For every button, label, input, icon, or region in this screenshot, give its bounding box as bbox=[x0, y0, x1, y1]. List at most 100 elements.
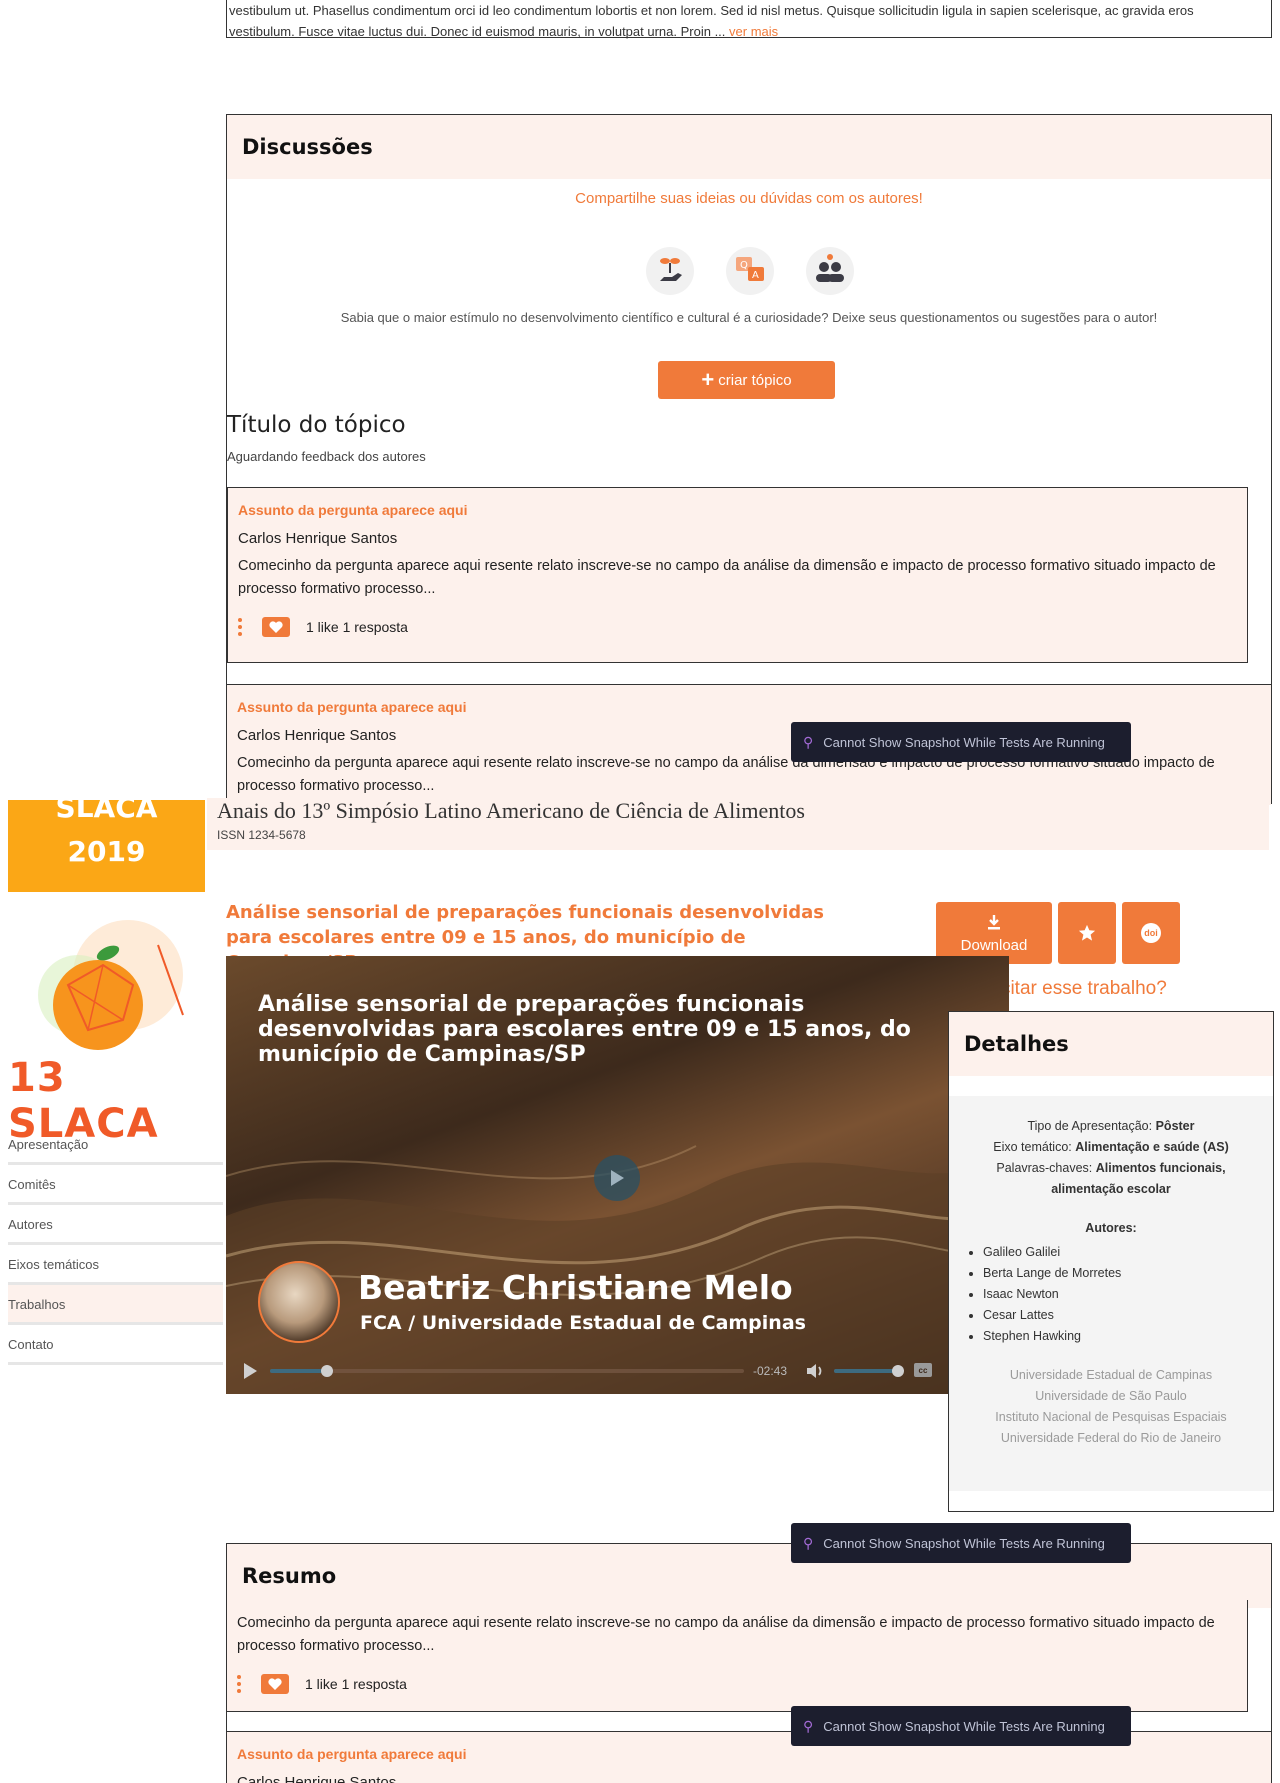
topic-status: Aguardando feedback dos autores bbox=[227, 449, 426, 464]
author-item[interactable]: Cesar Lattes bbox=[983, 1305, 1259, 1326]
author-item[interactable]: Stephen Hawking bbox=[983, 1326, 1259, 1347]
snapshot-tooltip: ⚲ Cannot Show Snapshot While Tests Are R… bbox=[791, 1706, 1131, 1746]
presenter-affiliation: FCA / Universidade Estadual de Campinas bbox=[360, 1312, 806, 1334]
download-icon bbox=[988, 914, 1000, 929]
event-logo: 13 SLACA bbox=[8, 905, 208, 1147]
question-subject: Assunto da pergunta aparece aqui bbox=[238, 502, 468, 518]
video-overlay-title: Análise sensorial de preparações funcion… bbox=[258, 992, 911, 1067]
like-button[interactable] bbox=[262, 617, 290, 637]
heart-icon bbox=[269, 621, 283, 633]
event-title: Anais do 13º Simpósio Latino Americano d… bbox=[217, 798, 805, 823]
nav-label: Eixos temáticos bbox=[8, 1257, 100, 1272]
brand-line-1: SLACA bbox=[55, 800, 158, 824]
discussions-card: Discussões Compartilhe suas ideias ou dú… bbox=[226, 114, 1272, 805]
progress-knob[interactable] bbox=[320, 1365, 333, 1377]
sidebar-item-comites[interactable]: Comitês bbox=[8, 1165, 223, 1205]
authors-list: Galileo Galilei Berta Lange de Morretes … bbox=[963, 1242, 1259, 1347]
discussions-header: Discussões bbox=[227, 115, 1271, 179]
detail-theme: Eixo temático: Alimentação e saúde (AS) bbox=[993, 1140, 1229, 1154]
create-topic-label: criar tópico bbox=[718, 371, 792, 389]
event-header: Anais do 13º Simpósio Latino Americano d… bbox=[207, 798, 1269, 850]
sidebar-item-trabalhos[interactable]: Trabalhos bbox=[8, 1285, 223, 1325]
volume-knob[interactable] bbox=[892, 1365, 904, 1377]
topic-title: Título do tópico bbox=[227, 412, 406, 438]
progress-bar[interactable] bbox=[270, 1365, 744, 1377]
volume-fill bbox=[834, 1369, 898, 1373]
question-author: Carlos Henrique Santos bbox=[237, 1774, 397, 1783]
volume-slider[interactable] bbox=[834, 1365, 904, 1377]
cc-icon[interactable]: cc bbox=[914, 1363, 932, 1377]
summary-stats: 1 like 1 resposta bbox=[305, 1676, 407, 1692]
map-pin-icon: ⚲ bbox=[803, 1717, 814, 1734]
author-item[interactable]: Berta Lange de Morretes bbox=[983, 1263, 1259, 1284]
author-item[interactable]: Isaac Newton bbox=[983, 1284, 1259, 1305]
sidebar-item-autores[interactable]: Autores bbox=[8, 1205, 223, 1245]
brand-line-2: 2019 bbox=[67, 835, 146, 868]
institutions-list: Universidade Estadual de Campinas Univer… bbox=[963, 1365, 1259, 1449]
summary-title: Resumo bbox=[242, 1564, 337, 1588]
authors-label: Autores: bbox=[1085, 1221, 1137, 1235]
nav-label: Autores bbox=[8, 1217, 53, 1232]
excerpt-line-2: vestibulum. Fusce vitae luctus dui. Done… bbox=[229, 24, 726, 39]
doi-icon: doi bbox=[1141, 923, 1161, 943]
summary-text: Comecinho da pergunta aparece aqui resen… bbox=[237, 1615, 1215, 1654]
sidebar-item-eixos[interactable]: Eixos temáticos bbox=[8, 1245, 223, 1285]
progress-fill bbox=[270, 1369, 327, 1373]
heart-icon bbox=[268, 1678, 282, 1690]
issn: ISSN 1234-5678 bbox=[217, 828, 306, 842]
people-icon bbox=[802, 243, 858, 299]
like-button[interactable] bbox=[261, 1674, 289, 1694]
summary-card: Resumo Comecinho da pergunta aparece aqu… bbox=[226, 1543, 1272, 1783]
question-subject: Assunto da pergunta aparece aqui bbox=[237, 1746, 467, 1762]
details-title: Detalhes bbox=[964, 1032, 1069, 1056]
question-stats: 1 like 1 resposta bbox=[306, 619, 408, 635]
question-subject: Assunto da pergunta aparece aqui bbox=[237, 699, 467, 715]
question-author: Carlos Henrique Santos bbox=[238, 530, 398, 547]
qa-icon: Q A bbox=[722, 243, 778, 299]
center-play-button[interactable] bbox=[594, 1155, 640, 1201]
sidebar-item-apresentacao[interactable]: Apresentação bbox=[8, 1125, 223, 1165]
favorite-button[interactable] bbox=[1058, 902, 1116, 964]
institution-item: Universidade Federal do Rio de Janeiro bbox=[1000, 1431, 1222, 1445]
time-remaining: -02:43 bbox=[753, 1364, 788, 1378]
detail-presentation-type: Tipo de Apresentação: Pôster bbox=[1027, 1119, 1195, 1133]
video-player[interactable]: Análise sensorial de preparações funcion… bbox=[226, 956, 1009, 1394]
brand-badge: SLACA 2019 bbox=[8, 800, 205, 892]
growth-hand-icon bbox=[642, 243, 698, 299]
snapshot-tooltip-text: Cannot Show Snapshot While Tests Are Run… bbox=[823, 1535, 1105, 1551]
detail-keywords: Palavras-chaves: Alimentos funcionais, a… bbox=[996, 1161, 1226, 1196]
play-icon[interactable] bbox=[242, 1362, 258, 1380]
snapshot-tooltip: ⚲ Cannot Show Snapshot While Tests Are R… bbox=[791, 722, 1131, 762]
nav-label: Apresentação bbox=[8, 1137, 89, 1152]
discussions-hint: Sabia que o maior estímulo no desenvolvi… bbox=[340, 310, 1158, 325]
svg-text:Q: Q bbox=[740, 260, 748, 271]
download-label: Download bbox=[960, 936, 1028, 954]
more-options-icon[interactable] bbox=[237, 1675, 241, 1693]
volume-icon[interactable] bbox=[806, 1363, 824, 1379]
details-panel: Detalhes Tipo de Apresentação: Pôster Ei… bbox=[948, 1011, 1274, 1512]
author-item[interactable]: Galileo Galilei bbox=[983, 1242, 1259, 1263]
video-controls: -02:43 cc bbox=[226, 1356, 1009, 1394]
read-more-link[interactable]: ver mais bbox=[729, 24, 778, 39]
nav-label: Contato bbox=[8, 1337, 54, 1352]
play-icon bbox=[611, 1170, 624, 1186]
svg-text:A: A bbox=[752, 270, 759, 281]
institution-item: Instituto Nacional de Pesquisas Espaciai… bbox=[995, 1410, 1227, 1424]
discussion-illustrations: Q A bbox=[642, 243, 862, 299]
plus-icon: + bbox=[701, 367, 715, 392]
snapshot-tooltip-text: Cannot Show Snapshot While Tests Are Run… bbox=[823, 734, 1105, 750]
presenter-name: Beatriz Christiane Melo bbox=[358, 1268, 793, 1307]
doi-button[interactable]: doi bbox=[1122, 902, 1180, 964]
snapshot-tooltip: ⚲ Cannot Show Snapshot While Tests Are R… bbox=[791, 1523, 1131, 1563]
summary-body-card: Comecinho da pergunta aparece aqui resen… bbox=[227, 1600, 1248, 1712]
snapshot-tooltip-text: Cannot Show Snapshot While Tests Are Run… bbox=[823, 1718, 1105, 1734]
question-card[interactable]: Assunto da pergunta aparece aqui Carlos … bbox=[227, 487, 1248, 663]
more-options-icon[interactable] bbox=[238, 618, 242, 636]
abstract-excerpt-card: vestibulum ut. Phasellus condimentum orc… bbox=[226, 0, 1272, 39]
details-header: Detalhes bbox=[949, 1012, 1273, 1076]
create-topic-button[interactable]: + criar tópico bbox=[658, 361, 835, 399]
download-button[interactable]: Download bbox=[936, 902, 1052, 964]
presenter-avatar bbox=[258, 1261, 340, 1343]
sidebar-item-contato[interactable]: Contato bbox=[8, 1325, 223, 1365]
institution-item: Universidade Estadual de Campinas bbox=[1009, 1368, 1213, 1382]
